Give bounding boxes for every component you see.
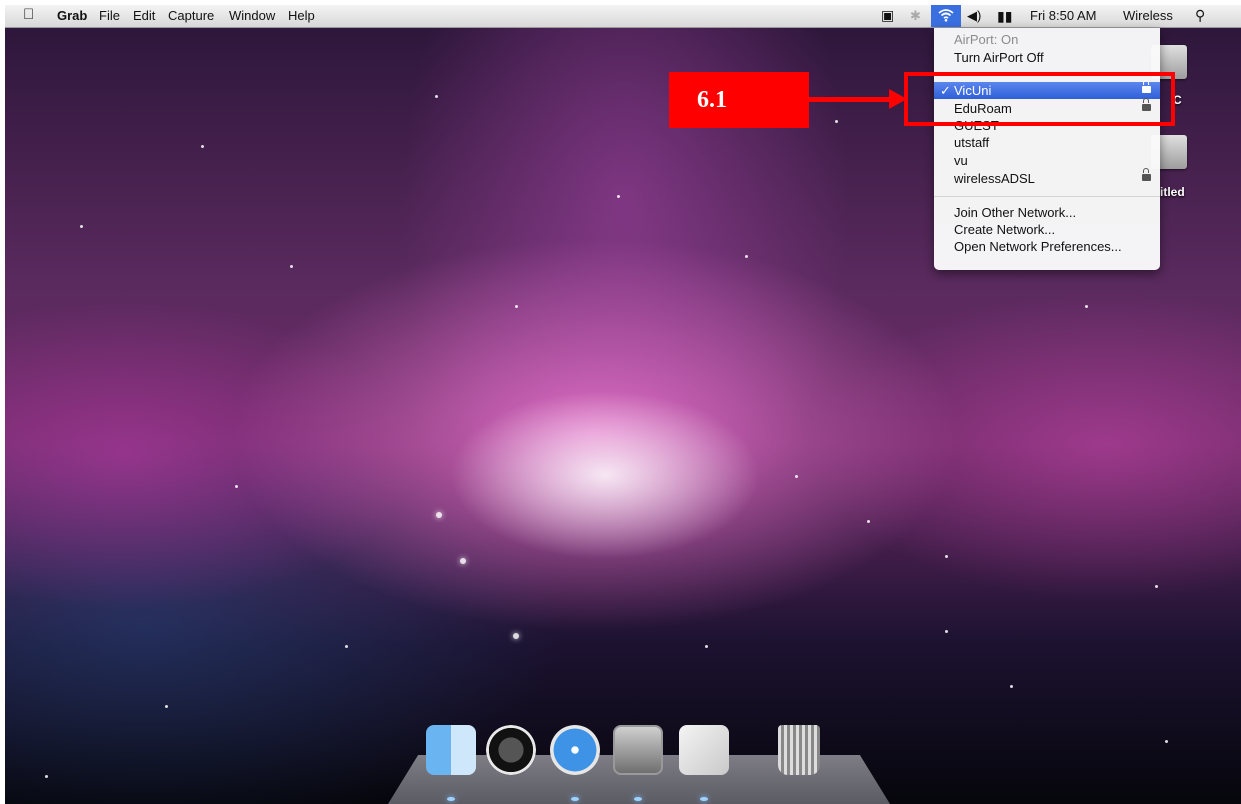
wifi-icon: [938, 9, 954, 22]
network-item-utstaff[interactable]: utstaff: [934, 134, 1160, 151]
grab-icon[interactable]: [679, 725, 729, 775]
running-indicator: [447, 797, 455, 801]
star: [835, 120, 838, 123]
menu-help[interactable]: Help: [288, 8, 315, 23]
network-item-vu[interactable]: vu: [934, 152, 1160, 169]
network-name: utstaff: [954, 135, 990, 150]
network-item-wirelessadsl[interactable]: wirelessADSL: [934, 168, 1160, 187]
star: [45, 775, 48, 778]
clock[interactable]: Fri 8:50 AM: [1030, 8, 1096, 23]
star: [1155, 585, 1158, 588]
network-name: wirelessADSL: [954, 171, 1035, 186]
star: [1010, 685, 1013, 688]
star: [1085, 305, 1088, 308]
star: [460, 558, 466, 564]
binoculars-icon[interactable]: ▣: [881, 7, 894, 24]
drive-label: itled: [1160, 185, 1185, 199]
open-network-preferences-item[interactable]: Open Network Preferences...: [934, 238, 1160, 255]
wifi-menu-extra[interactable]: [931, 5, 961, 27]
menu-edit[interactable]: Edit: [133, 8, 155, 23]
apple-icon[interactable]: : [23, 6, 34, 23]
volume-icon[interactable]: ◀): [967, 8, 981, 24]
star: [945, 555, 948, 558]
star: [867, 520, 870, 523]
desktop-screen: C itled  Grab File Edit Capture Window …: [5, 5, 1241, 804]
star: [436, 512, 442, 518]
dashboard-icon[interactable]: [486, 725, 536, 775]
star: [435, 95, 438, 98]
star: [165, 705, 168, 708]
turn-airport-off-item[interactable]: Turn AirPort Off: [934, 49, 1160, 66]
lock-icon: [1142, 168, 1151, 181]
star: [235, 485, 238, 488]
finder-icon[interactable]: [426, 725, 476, 775]
airport-status: AirPort: On: [954, 32, 1019, 47]
step-callout-label: 6.1: [669, 72, 809, 128]
spotlight-search-icon[interactable]: ⚲: [1195, 7, 1205, 24]
menu-window[interactable]: Window: [229, 8, 275, 23]
join-other-network-item[interactable]: Join Other Network...: [934, 204, 1160, 221]
menu-capture[interactable]: Capture: [168, 8, 214, 23]
app-menu[interactable]: Grab: [57, 8, 87, 23]
star: [945, 630, 948, 633]
star: [515, 305, 518, 308]
menu-bar:  Grab File Edit Capture Window Help ▣ ✱…: [5, 5, 1241, 28]
callout-arrow: [809, 97, 891, 102]
network-name: vu: [954, 153, 968, 168]
create-network-item[interactable]: Create Network...: [934, 221, 1160, 238]
running-indicator: [634, 797, 642, 801]
running-indicator: [700, 797, 708, 801]
star: [795, 475, 798, 478]
highlight-box: [904, 72, 1175, 126]
safari-icon[interactable]: [550, 725, 600, 775]
star: [617, 195, 620, 198]
star: [201, 145, 204, 148]
battery-icon[interactable]: ▮▮: [997, 8, 1012, 25]
airport-dropdown-menu: AirPort: On Turn AirPort Off ✓ VicUni Ed…: [934, 28, 1160, 270]
trash-icon[interactable]: [778, 725, 820, 775]
star: [745, 255, 748, 258]
bluetooth-icon[interactable]: ✱: [910, 8, 921, 24]
running-indicator: [571, 797, 579, 801]
star: [80, 225, 83, 228]
system-preferences-icon[interactable]: [613, 725, 663, 775]
star: [513, 633, 519, 639]
star: [345, 645, 348, 648]
menu-file[interactable]: File: [99, 8, 120, 23]
star: [705, 645, 708, 648]
menu-separator: [934, 196, 1160, 197]
star: [290, 265, 293, 268]
star: [1165, 740, 1168, 743]
network-label[interactable]: Wireless: [1123, 8, 1173, 23]
